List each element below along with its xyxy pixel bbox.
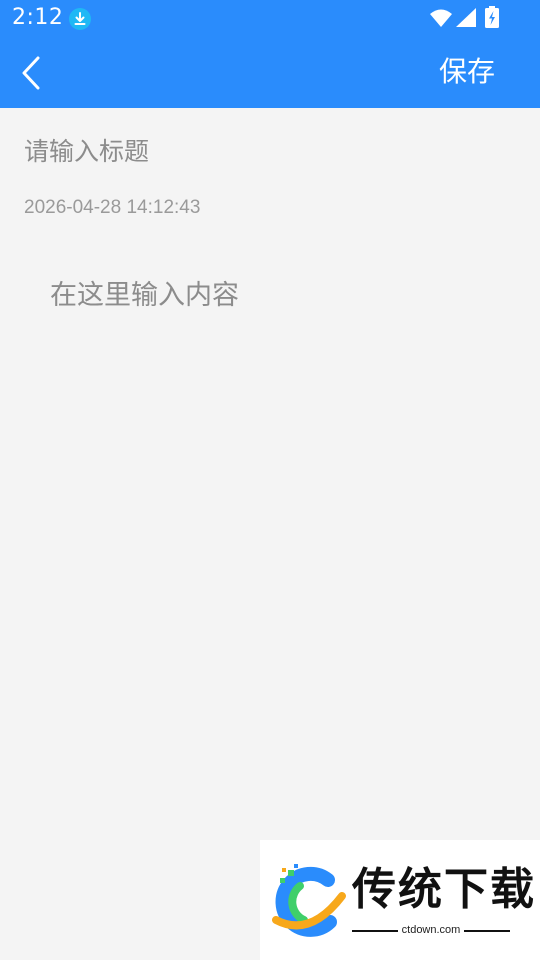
watermark-brand: 传统下载 <box>352 864 536 915</box>
watermark-divider-left <box>352 930 398 932</box>
watermark-url: ctdown.com <box>401 924 461 936</box>
chevron-left-icon <box>22 56 40 90</box>
watermark: 传统下载 ctdown.com <box>260 840 540 960</box>
watermark-divider-right <box>464 930 510 932</box>
app-header: 2:12 保存 <box>0 0 540 108</box>
title-input[interactable] <box>24 130 514 172</box>
download-icon <box>69 8 91 30</box>
content-input[interactable] <box>50 276 510 776</box>
signal-icon <box>456 8 476 27</box>
timestamp: 2026-04-28 14:12:43 <box>24 197 201 218</box>
save-button[interactable]: 保存 <box>424 50 510 94</box>
back-button[interactable] <box>10 50 54 94</box>
status-time: 2:12 <box>12 5 64 30</box>
wifi-icon <box>430 9 452 27</box>
ctdown-logo-icon <box>272 864 346 937</box>
status-bar: 2:12 <box>0 0 540 36</box>
battery-charging-icon <box>485 6 499 28</box>
